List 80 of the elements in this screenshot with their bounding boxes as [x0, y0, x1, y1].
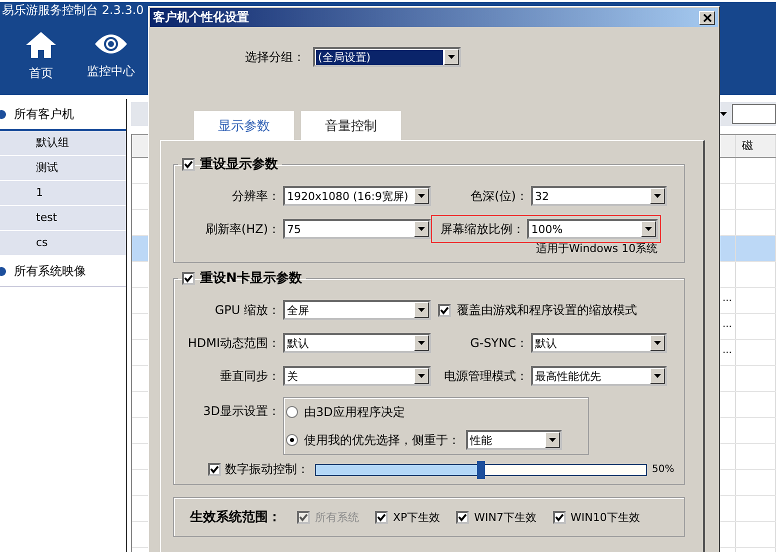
caret-icon — [549, 438, 556, 442]
caret-icon — [654, 194, 661, 198]
dropdown[interactable]: 100% — [527, 219, 658, 239]
tree-item[interactable]: test — [0, 206, 126, 231]
tree-item[interactable]: 测试 — [0, 156, 126, 181]
group-title: 重设显示参数 — [200, 156, 278, 173]
tick-icon — [184, 274, 193, 282]
checkbox-label: 数字振动控制： — [225, 461, 309, 478]
home-icon — [25, 31, 57, 59]
field-label: 色深(位)： — [470, 188, 528, 204]
tick-icon — [299, 512, 308, 522]
field-label: 屏幕缩放比例： — [439, 220, 524, 238]
checkbox[interactable] — [182, 158, 195, 170]
close-icon — [702, 14, 712, 22]
hint-text: 适用于Windows 10系统 — [536, 241, 659, 256]
close-button[interactable] — [699, 10, 715, 24]
tick-icon — [184, 160, 193, 168]
field-label: 电源管理模式： — [443, 368, 528, 384]
tick-icon — [210, 465, 219, 474]
field-label: 分辨率： — [231, 188, 280, 204]
tab[interactable]: 显示参数 — [194, 111, 294, 140]
tree-item[interactable]: 默认组 — [0, 131, 126, 156]
window-title: 客户机个性化设置 — [153, 9, 249, 26]
checkbox-label: WIN7下生效 — [474, 510, 537, 524]
checkbox-label: XP下生效 — [393, 510, 440, 524]
radio-label: 由3D应用程序决定 — [304, 404, 405, 420]
checkbox-label: 所有系统 — [315, 510, 359, 524]
caret-icon — [418, 308, 425, 312]
caret-icon — [720, 112, 727, 116]
tick-icon — [554, 512, 564, 522]
field-label: 垂直同步： — [219, 368, 280, 384]
dropdown[interactable]: 默认 — [531, 333, 667, 353]
app-title: 易乐游服务控制台 2.3.3.0 — [2, 2, 144, 19]
nav-button[interactable]: 监控中心 — [88, 31, 134, 82]
caret-icon — [418, 194, 425, 198]
checkbox[interactable] — [208, 463, 221, 476]
tick-icon — [440, 306, 449, 314]
dropdown[interactable]: 默认 — [283, 333, 431, 353]
caret-icon — [418, 227, 425, 231]
tree-item[interactable]: 1 — [0, 181, 126, 206]
tree-item[interactable]: cs — [0, 231, 126, 256]
caret-icon — [654, 374, 661, 378]
tree-group-label: 所有客户机 — [14, 106, 74, 122]
dropdown[interactable]: 32 — [531, 186, 667, 206]
dropdown[interactable]: 最高性能优先 — [531, 366, 667, 386]
dropdown[interactable]: 性能 — [466, 430, 562, 450]
checkbox[interactable] — [375, 510, 388, 524]
tick-icon — [377, 512, 386, 522]
tab[interactable]: 音量控制 — [301, 111, 401, 140]
caret-icon — [654, 341, 661, 345]
tick-icon — [458, 512, 468, 522]
nav-button[interactable]: 首页 — [18, 31, 64, 82]
caret-icon — [418, 374, 425, 378]
search-field[interactable] — [732, 104, 776, 124]
checkbox[interactable] — [456, 510, 470, 524]
slider-value: 50% — [652, 464, 674, 475]
tree-group[interactable]: 所有系统映像 — [0, 256, 126, 287]
radio-button[interactable] — [286, 406, 298, 418]
checkbox[interactable] — [438, 304, 451, 316]
group-title: 重设N卡显示参数 — [200, 270, 302, 287]
caret-icon — [418, 341, 425, 345]
radio-button[interactable] — [286, 434, 298, 446]
checkbox[interactable] — [552, 510, 566, 524]
field-label: 生效系统范围： — [190, 508, 281, 526]
field-label: 刷新率(HZ)： — [204, 220, 280, 238]
dropdown[interactable]: (全局设置) — [313, 47, 461, 67]
checkbox-label: WIN10下生效 — [570, 510, 640, 524]
dropdown[interactable]: 1920x1080 (16:9宽屏) — [283, 186, 431, 206]
tree-group-label: 所有系统映像 — [14, 262, 86, 280]
caret-icon — [448, 55, 455, 59]
radio-label: 使用我的优先选择，侧重于： — [304, 432, 460, 448]
dropdown[interactable]: 关 — [283, 366, 431, 386]
dropdown[interactable]: 全屏 — [283, 300, 431, 320]
slider-thumb[interactable] — [477, 460, 485, 478]
field-label: 选择分组： — [245, 48, 305, 66]
column-header[interactable]: 磁 — [736, 135, 776, 157]
checkbox[interactable] — [182, 272, 195, 284]
caret-icon — [645, 227, 652, 231]
field-label: 3D显示设置： — [202, 403, 280, 420]
dropdown[interactable]: 75 — [283, 219, 431, 239]
